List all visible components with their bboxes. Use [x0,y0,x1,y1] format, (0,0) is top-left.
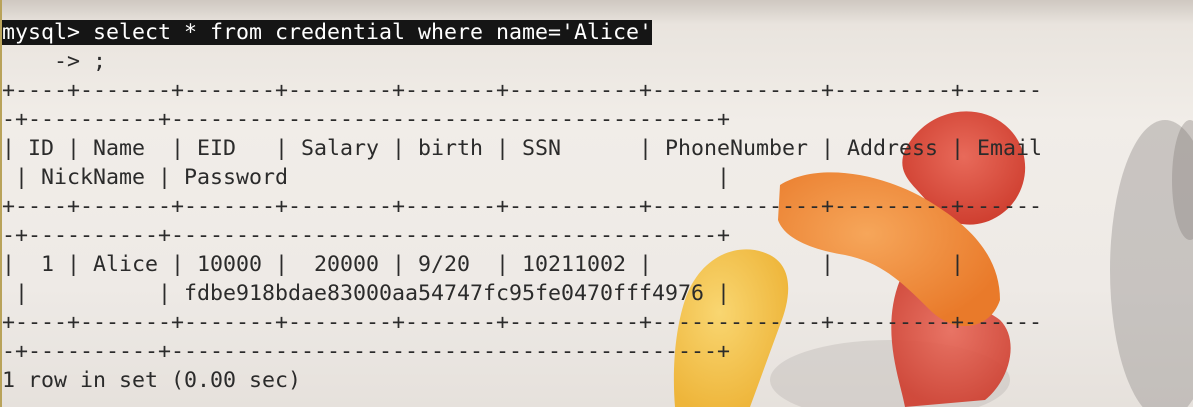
table-row-wrap: | | fdbe918bdae83000aa54747fc95fe0470fff… [2,281,731,306]
result-summary: 1 row in set (0.00 sec) [2,368,302,393]
table-header-row-wrap: | NickName | Password | [2,165,731,190]
table-border-mid: +----+-------+-------+--------+-------+-… [2,194,1043,219]
table-header-row: | ID | Name | EID | Salary | birth | SSN… [2,136,1043,161]
table-border-mid-wrap: -+----------+---------------------------… [2,223,731,248]
terminal-output[interactable]: mysql> select * from credential where na… [2,18,1193,395]
selected-command: mysql> select * from credential where na… [2,20,653,45]
table-border-top: +----+-------+-------+--------+-------+-… [2,78,1043,103]
table-border-bottom-wrap: -+----------+---------------------------… [2,339,731,364]
table-border-top-wrap: -+----------+---------------------------… [2,107,731,132]
table-border-bottom: +----+-------+-------+--------+-------+-… [2,310,1043,335]
table-row: | 1 | Alice | 10000 | 20000 | 9/20 | 102… [2,252,965,277]
terminal-continuation-line: -> ; [2,49,107,74]
terminal-command-line: mysql> select * from credential where na… [2,18,1193,47]
